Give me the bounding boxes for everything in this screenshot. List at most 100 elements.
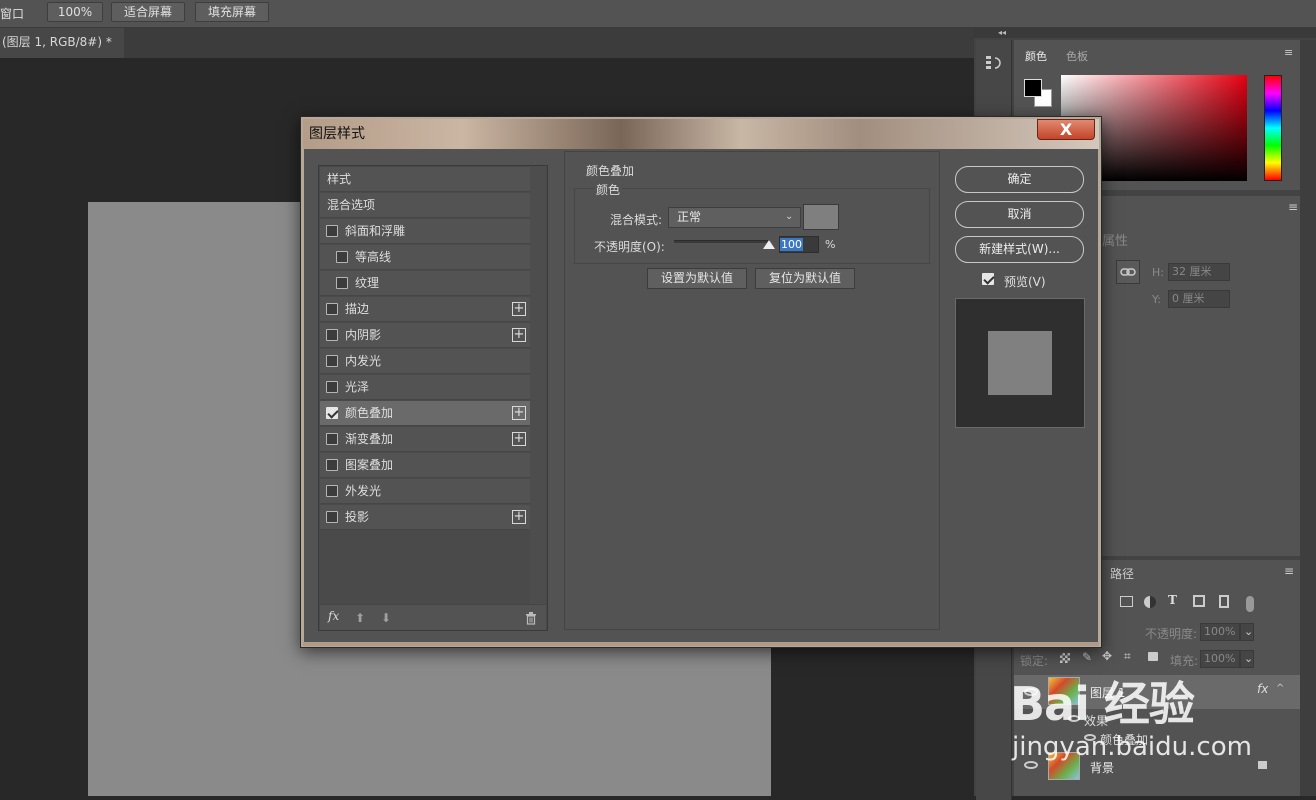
chevron-down-icon[interactable]: ⌄ — [1240, 623, 1254, 641]
style-checkbox[interactable] — [336, 251, 348, 263]
cancel-button[interactable]: 取消 — [955, 201, 1084, 228]
style-row[interactable]: 等高线 — [320, 245, 530, 270]
fx-icon[interactable]: fx — [328, 609, 339, 623]
set-default-button[interactable]: 设置为默认值 — [647, 268, 747, 289]
type-filter-icon[interactable]: T — [1168, 593, 1177, 607]
adjustment-filter-icon[interactable] — [1144, 596, 1156, 608]
style-checkbox[interactable] — [326, 329, 338, 341]
y-field[interactable]: 0 厘米 — [1168, 290, 1230, 308]
fill-screen-button[interactable]: 填充屏幕 — [195, 2, 269, 22]
document-tab[interactable]: (图层 1, RGB/8#) * × — [0, 28, 124, 77]
add-effect-icon[interactable]: + — [512, 328, 526, 342]
opacity-slider[interactable] — [674, 240, 770, 243]
style-checkbox[interactable] — [326, 511, 338, 523]
panel-collapse-bar[interactable]: ◂◂ — [974, 28, 1316, 38]
style-checkbox[interactable] — [326, 433, 338, 445]
opacity-slider-thumb[interactable] — [763, 240, 775, 249]
style-row[interactable]: 渐变叠加 + — [320, 427, 530, 452]
style-label: 纹理 — [355, 276, 380, 290]
style-row[interactable]: 内阴影 + — [320, 323, 530, 348]
zoom-100-button[interactable]: 100% — [47, 2, 103, 22]
opacity-input[interactable]: 100 — [779, 236, 819, 253]
filter-toggle-icon[interactable] — [1246, 596, 1254, 612]
blend-mode-select[interactable]: 正常 — [668, 207, 801, 228]
style-label: 等高线 — [355, 250, 392, 264]
style-row[interactable]: 混合选项 — [320, 193, 530, 218]
lock-transparent-icon[interactable] — [1060, 653, 1070, 663]
new-style-button[interactable]: 新建样式(W)... — [955, 236, 1084, 263]
add-effect-icon[interactable]: + — [512, 510, 526, 524]
style-list-scrollbar[interactable] — [530, 166, 546, 604]
dialog-title-bar[interactable]: 图层样式 — [303, 119, 1099, 149]
overlay-color-swatch[interactable] — [803, 204, 839, 230]
arrow-up-icon[interactable]: ⬆ — [355, 611, 365, 625]
style-row[interactable]: 颜色叠加 + — [320, 401, 530, 426]
dialog-close-button[interactable]: X — [1037, 119, 1095, 140]
layer-opacity-field[interactable]: 100% — [1200, 623, 1240, 641]
chevron-up-icon[interactable]: ^ — [1276, 683, 1284, 694]
shape-filter-icon[interactable] — [1193, 595, 1205, 607]
style-label: 样式 — [327, 172, 352, 186]
lock-move-icon[interactable]: ✥ — [1102, 649, 1112, 663]
image-filter-icon[interactable] — [1120, 596, 1133, 607]
arrow-down-icon[interactable]: ⬇ — [381, 611, 391, 625]
panel-scrollbar[interactable] — [1300, 40, 1316, 796]
reset-default-button[interactable]: 复位为默认值 — [755, 268, 855, 289]
link-icon[interactable] — [1116, 260, 1140, 284]
style-checkbox[interactable] — [326, 225, 338, 237]
style-checkbox[interactable] — [326, 459, 338, 471]
window-menu[interactable]: 窗口 — [0, 5, 24, 22]
style-checkbox[interactable] — [336, 277, 348, 289]
panel-menu-icon[interactable]: ≡ — [1284, 46, 1293, 59]
style-label: 内发光 — [345, 354, 382, 368]
panel-menu-icon[interactable]: ≡ — [1288, 200, 1298, 214]
panel-menu-icon[interactable]: ≡ — [1284, 564, 1294, 578]
style-row[interactable]: 投影 + — [320, 505, 530, 530]
smart-object-filter-icon[interactable] — [1219, 595, 1229, 608]
add-effect-icon[interactable]: + — [512, 432, 526, 446]
add-effect-icon[interactable]: + — [512, 302, 526, 316]
style-checkbox[interactable] — [326, 381, 338, 393]
h-field[interactable]: 32 厘米 — [1168, 263, 1230, 281]
tab-paths[interactable]: 路径 — [1110, 565, 1134, 582]
style-list-footer: fx ⬆ ⬇ — [320, 604, 546, 630]
style-row[interactable]: 外发光 — [320, 479, 530, 504]
add-effect-icon[interactable]: + — [512, 406, 526, 420]
options-bar: 窗口 100% 适合屏幕 填充屏幕 — [0, 0, 1316, 28]
history-icon[interactable] — [985, 54, 1003, 72]
ok-button[interactable]: 确定 — [955, 166, 1084, 193]
lock-artboard-icon[interactable]: ⌗ — [1124, 649, 1131, 664]
h-label: H: — [1152, 266, 1164, 279]
style-checkbox[interactable] — [326, 303, 338, 315]
style-row[interactable]: 图案叠加 — [320, 453, 530, 478]
style-row[interactable]: 光泽 — [320, 375, 530, 400]
fill-field[interactable]: 100% — [1200, 650, 1240, 668]
collapse-icon[interactable]: ◂◂ — [998, 28, 1006, 37]
eye-icon[interactable] — [1024, 761, 1038, 769]
lock-brush-icon[interactable]: ✎ — [1082, 650, 1092, 664]
foreground-color-swatch[interactable] — [1024, 79, 1042, 97]
style-row[interactable]: 描边 + — [320, 297, 530, 322]
style-checkbox[interactable] — [326, 485, 338, 497]
style-row[interactable]: 样式 — [320, 167, 530, 192]
lock-all-icon[interactable] — [1148, 652, 1158, 661]
fx-icon[interactable]: fx — [1257, 682, 1268, 696]
tab-swatches[interactable]: 色板 — [1066, 48, 1088, 64]
lock-label: 锁定: — [1020, 654, 1049, 668]
fit-screen-button[interactable]: 适合屏幕 — [111, 2, 185, 22]
chevron-down-icon[interactable]: ⌄ — [1240, 650, 1254, 668]
style-row[interactable]: 斜面和浮雕 — [320, 219, 530, 244]
opacity-label: 不透明度(O): — [594, 240, 665, 254]
tab-color[interactable]: 颜色 — [1025, 48, 1047, 64]
hue-slider[interactable] — [1264, 75, 1282, 181]
preview-checkbox[interactable] — [982, 273, 994, 285]
style-row[interactable]: 纹理 — [320, 271, 530, 296]
style-checkbox[interactable] — [326, 407, 338, 419]
style-label: 颜色叠加 — [345, 406, 394, 420]
style-row[interactable]: 内发光 — [320, 349, 530, 374]
y-label: Y: — [1152, 293, 1161, 306]
style-checkbox[interactable] — [326, 355, 338, 367]
opacity-value: 100 — [780, 238, 803, 251]
style-label: 渐变叠加 — [345, 432, 394, 446]
trash-icon[interactable] — [525, 612, 537, 625]
